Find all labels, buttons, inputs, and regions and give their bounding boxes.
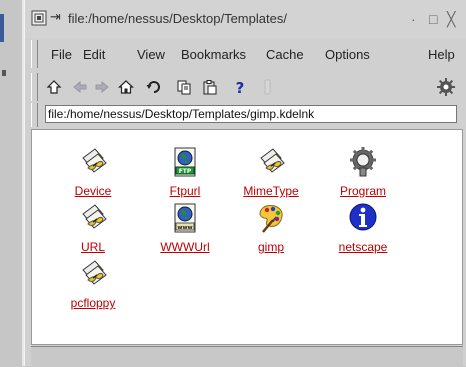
close-button[interactable]: ╳ [447,12,455,26]
file-label: URL [80,240,105,254]
menu-options[interactable]: Options [325,47,370,62]
icon-view[interactable]: Device FTP Ftpurl MimeType Program URL w… [31,129,463,345]
maximize-button[interactable]: □ [429,12,437,26]
window-title: file:/home/nessus/Desktop/Templates/ [68,11,287,26]
home-button[interactable] [115,76,137,98]
stop-icon [264,79,271,95]
file-label: Program [339,184,386,198]
file-icon-program[interactable]: Program [328,146,398,198]
floppy-link-icon [82,260,107,285]
pin-icon[interactable]: ⇥ [50,10,64,24]
back-icon [73,80,87,94]
file-icon-device[interactable]: Device [58,146,128,198]
status-bar [31,346,463,367]
file-icon-netscape[interactable]: netscape [328,202,398,254]
menubar-grip[interactable] [31,40,38,68]
file-icon-wwwurl[interactable]: www WWWUrl [150,202,220,254]
location-input[interactable] [45,105,457,123]
reload-button[interactable] [143,76,165,98]
window-menu-icon[interactable] [31,10,47,26]
activity-indicator [435,76,457,98]
toolbar-grip[interactable] [31,73,38,101]
help-button[interactable]: ? [229,76,251,98]
gimp-palette-icon [259,205,283,233]
file-label: netscape [338,240,388,254]
file-label: Device [74,184,112,198]
file-label: MimeType [243,184,299,198]
menu-file[interactable]: File [51,47,72,62]
stop-button[interactable] [257,76,279,98]
minimize-button[interactable]: · [411,12,416,26]
back-button[interactable] [69,76,91,98]
home-icon [118,80,134,94]
info-icon [349,203,377,231]
gear-icon [437,78,455,96]
file-icon-mimetype[interactable]: MimeType [236,146,306,198]
file-label: Ftpurl [169,184,201,198]
menu-bar: File Edit View Bookmarks Cache Options H… [31,40,461,68]
program-gear-icon [350,147,376,177]
title-bar[interactable]: ⇥ file:/home/nessus/Desktop/Templates/ ·… [25,0,466,38]
file-label: gimp [257,240,284,254]
paste-button[interactable] [199,76,221,98]
menu-view[interactable]: View [137,47,165,62]
background-window-edge [0,0,24,366]
file-label: pcfloppy [70,296,116,310]
forward-button[interactable] [91,76,113,98]
copy-button[interactable] [173,76,195,98]
url-link-icon [82,204,107,229]
location-bar [31,103,461,127]
device-link-icon [82,148,107,173]
svg-text:www: www [177,225,192,231]
www-url-icon: www [174,203,196,233]
help-icon: ? [236,79,245,95]
file-icon-gimp[interactable]: gimp [236,202,306,254]
paste-icon [203,80,217,95]
locationbar-grip[interactable] [31,103,38,127]
file-icon-pcfloppy[interactable]: pcfloppy [58,258,128,310]
menu-help[interactable]: Help [428,47,455,62]
forward-icon [95,80,109,94]
menu-cache[interactable]: Cache [266,47,304,62]
svg-text:?: ? [236,79,245,95]
reload-icon [146,81,160,93]
file-icon-ftpurl[interactable]: FTP Ftpurl [150,146,220,198]
menu-edit[interactable]: Edit [83,47,105,62]
menu-bookmarks[interactable]: Bookmarks [181,47,246,62]
ftp-url-icon: FTP [174,147,196,177]
toolbar: ? [31,72,461,102]
mimetype-link-icon [260,148,285,173]
svg-text:FTP: FTP [179,168,192,175]
file-icon-url[interactable]: URL [58,202,128,254]
copy-icon [177,80,191,95]
up-icon [46,80,62,94]
file-label: WWWUrl [160,240,210,254]
up-button[interactable] [43,76,65,98]
file-manager-window: ⇥ file:/home/nessus/Desktop/Templates/ ·… [24,0,466,367]
